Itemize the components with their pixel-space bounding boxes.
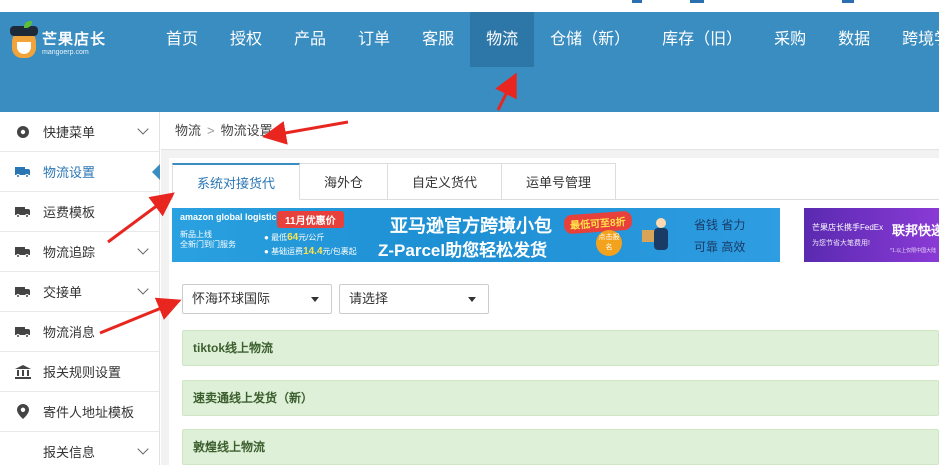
sidebar-item-label: 交接单: [43, 285, 83, 300]
banner-cta-button[interactable]: 点击报名: [596, 230, 622, 256]
sidebar-item-quick-menu[interactable]: 快捷菜单: [0, 112, 159, 152]
sidebar-item-logistics-messages[interactable]: 物流消息: [0, 312, 159, 352]
banner-price1-unit: 元/公斤: [298, 233, 325, 242]
service-select[interactable]: 请选择: [339, 284, 489, 314]
sidebar-item-customs-rules[interactable]: 报关规则设置: [0, 352, 159, 392]
sidebar-item-label: 运费模板: [43, 205, 96, 220]
carrier-select-value: 怀海环球国际: [192, 291, 271, 306]
banner2-title: 联邦快递: [892, 223, 939, 238]
sidebar-item-freight-templates[interactable]: 运费模板: [0, 192, 159, 232]
tab-system-forwarders[interactable]: 系统对接货代: [172, 163, 301, 200]
group-tiktok[interactable]: tiktok线上物流: [182, 330, 939, 366]
dashboard-icon: [14, 125, 32, 139]
top-header: 芒果店长 mangoerp.com 首页 授权 产品 订单 客服 物流 仓储（新…: [0, 12, 939, 112]
sidebar-item-label: 报关信息: [43, 445, 96, 460]
nav-warehouse-new[interactable]: 仓储（新）: [534, 12, 646, 67]
sidebar-item-tracking[interactable]: 物流追踪: [0, 232, 159, 272]
banner-price2-value: 14.4: [303, 246, 323, 257]
main-area: 物流 > 物流设置 系统对接货代 海外仓 自定义货代 运单号管理 amazon gl…: [161, 112, 939, 465]
banner-price1-value: 64: [287, 232, 299, 243]
breadcrumb-root[interactable]: 物流: [175, 123, 201, 138]
banner2-line1: 芒果店长携手FedEx: [812, 223, 884, 232]
sidebar-item-label: 报关规则设置: [43, 365, 122, 380]
banner-price1-prefix: 最低: [271, 233, 288, 242]
main-nav: 首页 授权 产品 订单 客服 物流 仓储（新） 库存（旧） 采购 数据 跨境学: [150, 12, 939, 67]
banner-price2-unit: 元/包裹起: [322, 247, 357, 256]
service-select-value: 请选择: [349, 291, 389, 306]
logo-name: 芒果店长: [42, 31, 107, 48]
brand-logo[interactable]: 芒果店长 mangoerp.com: [10, 21, 122, 64]
caret-down-icon: [311, 297, 319, 302]
group-dhgate[interactable]: 敦煌线上物流: [182, 429, 939, 465]
chevron-down-icon: [137, 243, 149, 255]
banner-promo-tag: 11月优惠价: [277, 211, 344, 228]
nav-authorization[interactable]: 授权: [214, 12, 278, 67]
sidebar-item-label: 物流设置: [43, 165, 96, 180]
truck-icon: [14, 165, 32, 179]
logo-domain: mangoerp.com: [42, 49, 89, 56]
sidebar-item-logistics-settings[interactable]: 物流设置: [0, 152, 160, 192]
nav-orders[interactable]: 订单: [342, 12, 406, 67]
breadcrumb-current: 物流设置: [220, 123, 273, 138]
top-strip: [0, 0, 939, 12]
bank-icon: [14, 364, 32, 379]
sidebar: 快捷菜单 物流设置 运费模板 物流追踪 交接单 物流消息 报关规则设置 寄件人地…: [0, 112, 160, 465]
caret-down-icon: [468, 297, 476, 302]
truck-icon: [14, 285, 32, 299]
nav-cross-border-learning[interactable]: 跨境学: [886, 12, 939, 67]
truck-icon: [14, 245, 32, 259]
courier-illustration-icon: [642, 218, 682, 258]
sidebar-item-label: 物流消息: [43, 325, 96, 340]
fedex-promo-banner[interactable]: 芒果店长携手FedEx 为您节省大笔费用! 联邦快递 *1.以上仅限中国大陆: [804, 208, 939, 262]
banner-feature-1: 省钱 省力: [694, 218, 746, 232]
banner-brand: amazon global logistics: [180, 212, 282, 222]
nav-data[interactable]: 数据: [822, 12, 886, 67]
filter-card: 怀海环球国际 请选择 tiktok线上物流 速卖通线上发货（新） 敦煌线上物流: [172, 274, 939, 465]
page-root: 芒果店长 mangoerp.com 首页 授权 产品 订单 客服 物流 仓储（新…: [0, 0, 939, 465]
breadcrumb-separator: >: [207, 123, 215, 138]
tab-overseas-warehouse[interactable]: 海外仓: [300, 163, 389, 200]
tab-custom-forwarders[interactable]: 自定义货代: [388, 163, 503, 200]
chevron-down-icon: [137, 283, 149, 295]
sidebar-item-handover[interactable]: 交接单: [0, 272, 159, 312]
breadcrumb: 物流 > 物流设置: [161, 112, 939, 150]
content-panel: 系统对接货代 海外仓 自定义货代 运单号管理 amazon global log…: [169, 158, 939, 465]
banner-feature-2: 可靠 高效: [694, 240, 746, 254]
banner2-line2: 为您节省大笔费用!: [812, 240, 870, 247]
nav-logistics[interactable]: 物流: [470, 12, 535, 67]
sidebar-item-customs-info[interactable]: 报关信息: [0, 432, 159, 465]
nav-customer-service[interactable]: 客服: [406, 12, 470, 67]
sidebar-item-label: 寄件人地址模板: [43, 405, 135, 420]
mango-mascot-icon: [10, 21, 38, 58]
truck-icon: [14, 325, 32, 339]
sidebar-item-label: 快捷菜单: [43, 125, 96, 140]
banner-title-line2: Z-Parcel助您轻松发货: [378, 241, 548, 260]
chevron-down-icon: [137, 123, 149, 135]
nav-inventory-old[interactable]: 库存（旧）: [646, 12, 758, 67]
nav-products[interactable]: 产品: [278, 12, 342, 67]
amazon-promo-banner[interactable]: amazon global logistics 新品上线 全新门到门服务 11月…: [172, 208, 780, 262]
banner-price2-prefix: 基础运费: [271, 247, 304, 256]
nav-purchasing[interactable]: 采购: [758, 12, 822, 67]
truck-icon: [14, 205, 32, 219]
location-pin-icon: [14, 404, 32, 419]
tab-tracking-number-management[interactable]: 运单号管理: [502, 163, 617, 200]
chevron-down-icon: [137, 443, 149, 455]
banner-title-line1: 亚马逊官方跨境小包: [390, 216, 552, 236]
banner-discount-badge: 最低可至8折: [563, 210, 633, 235]
tab-bar: 系统对接货代 海外仓 自定义货代 运单号管理: [172, 163, 617, 200]
nav-home[interactable]: 首页: [150, 12, 214, 67]
sidebar-item-label: 物流追踪: [43, 245, 96, 260]
carrier-select[interactable]: 怀海环球国际: [182, 284, 332, 314]
group-aliexpress[interactable]: 速卖通线上发货（新）: [182, 380, 939, 416]
sidebar-item-sender-address[interactable]: 寄件人地址模板: [0, 392, 159, 432]
banner2-note: *1.以上仅限中国大陆: [890, 248, 937, 254]
